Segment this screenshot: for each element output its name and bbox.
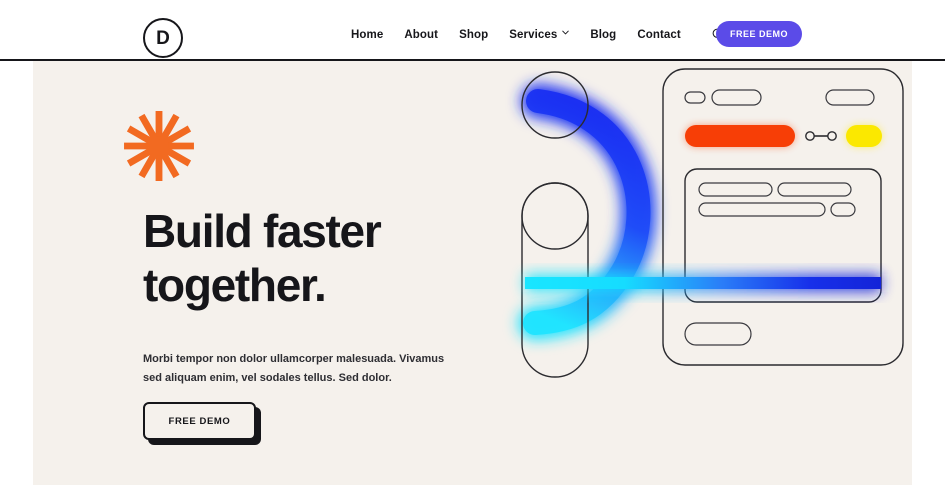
chip-yellow-core	[846, 125, 882, 147]
node-link-icon	[805, 131, 837, 141]
nav-label: Blog	[590, 28, 617, 41]
pill-footer	[684, 322, 752, 346]
pill-row2-small	[830, 202, 856, 217]
pill-row2-long	[698, 202, 826, 217]
main-navigation: Home About Shop Services Blog Contact	[351, 28, 725, 41]
chevron-down-icon	[562, 29, 570, 36]
nav-label: Home	[351, 28, 384, 41]
accent-bar-core	[685, 125, 795, 147]
starburst-icon	[121, 108, 197, 184]
pill-row1-a	[698, 182, 773, 197]
hero-illustration	[473, 61, 912, 485]
site-header: D Home About Shop Services Blog Contact …	[0, 0, 945, 61]
pill-row1-b	[777, 182, 852, 197]
divi-logo[interactable]: D	[143, 18, 183, 58]
page-root: D Home About Shop Services Blog Contact …	[0, 0, 945, 500]
headline-line-2: together.	[143, 259, 327, 312]
glow-beam	[525, 274, 881, 292]
hero-cta-wrapper: FREE DEMO	[143, 402, 261, 445]
hero-section: Build faster together. Morbi tempor non …	[33, 61, 912, 485]
hero-subcopy: Morbi tempor non dolor ullamcorper males…	[143, 353, 445, 385]
nav-label: Services	[509, 28, 558, 41]
pill-right	[825, 89, 875, 106]
pill-medium	[711, 89, 762, 106]
nav-item-blog[interactable]: Blog	[590, 29, 616, 41]
nav-label: Contact	[637, 28, 681, 41]
nav-item-contact[interactable]: Contact	[637, 29, 681, 41]
nav-item-home[interactable]: Home	[351, 29, 383, 41]
nav-item-services[interactable]: Services	[509, 28, 570, 41]
card-frame	[662, 68, 904, 366]
header-free-demo-button[interactable]: FREE DEMO	[716, 21, 802, 47]
pill-small	[684, 91, 706, 104]
nav-item-shop[interactable]: Shop	[459, 29, 488, 41]
headline-line-1: Build faster	[143, 205, 382, 257]
circle-outline-mid	[521, 182, 589, 250]
nav-item-about[interactable]: About	[404, 29, 438, 41]
hero-free-demo-button[interactable]: FREE DEMO	[143, 402, 256, 440]
nav-label: About	[404, 28, 439, 41]
illustration-card	[662, 68, 904, 366]
logo-letter: D	[156, 27, 170, 49]
nav-label: Shop	[459, 28, 489, 41]
